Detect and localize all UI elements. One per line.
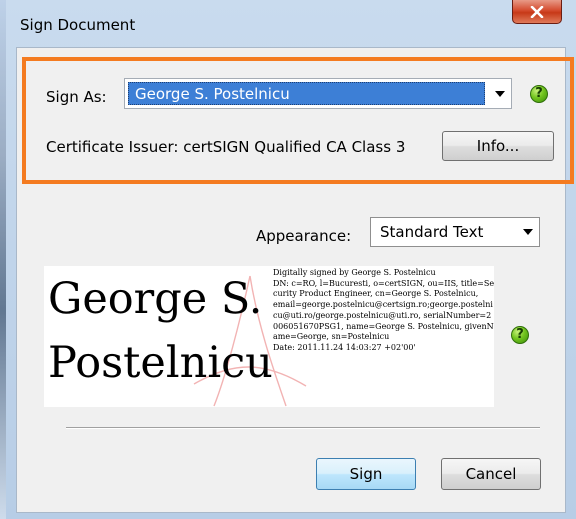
divider	[66, 427, 540, 429]
signature-details: Digitally signed by George S. Postelnicu…	[273, 268, 494, 354]
signature-detail-line: DN: c=RO, l=Bucuresti, o=certSIGN, ou=II…	[273, 278, 494, 299]
appearance-dropdown-arrow[interactable]	[517, 218, 539, 246]
signature-name-line-1: George S.	[48, 274, 263, 324]
signature-detail-line: email=george.postelnicu@certsign.ro;geor…	[273, 300, 494, 342]
sign-document-dialog: Sign Document Sign As: George S. Posteln…	[0, 0, 576, 519]
appearance-label: Appearance:	[256, 227, 352, 245]
signature-name-line-2: Postelnicu	[48, 338, 273, 388]
close-button[interactable]	[512, 0, 562, 24]
cancel-button[interactable]: Cancel	[441, 458, 541, 490]
highlight-frame	[22, 57, 574, 184]
signature-detail-line: Date: 2011.11.24 14:03:27 +02'00'	[273, 342, 416, 352]
window-title: Sign Document	[20, 16, 136, 34]
background-window-edge	[0, 0, 6, 519]
signature-preview: George S. Postelnicu Digitally signed by…	[44, 266, 494, 407]
close-icon	[530, 5, 544, 18]
chevron-down-icon	[523, 229, 533, 235]
appearance-help-icon[interactable]: ?	[511, 326, 529, 344]
title-bar[interactable]: Sign Document	[0, 0, 576, 40]
appearance-select[interactable]: Standard Text	[370, 217, 540, 247]
signature-detail-line: Digitally signed by George S. Postelnicu	[273, 268, 436, 277]
appearance-selected-value: Standard Text	[380, 223, 484, 241]
sign-button[interactable]: Sign	[316, 458, 416, 490]
